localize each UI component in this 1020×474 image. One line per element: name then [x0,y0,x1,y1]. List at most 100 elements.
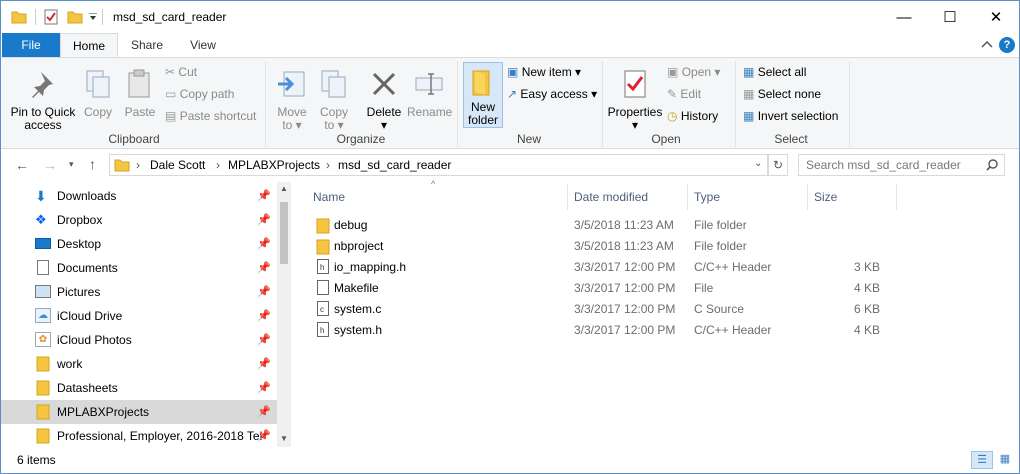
open-button[interactable]: ▣ Open ▾ [667,62,720,82]
invert-selection-button[interactable]: ▦ Invert selection [743,106,838,126]
maximize-button[interactable]: ☐ [927,1,973,33]
copy-to-button[interactable]: Copy to ▾ [315,62,353,132]
new-folder-qa-icon[interactable] [67,9,83,25]
column-divider[interactable] [807,184,808,210]
details-view-icon[interactable]: ☰ [971,451,993,469]
column-size[interactable]: Size [814,184,894,210]
file-row[interactable]: Makefile 3/3/2017 12:00 PM File 4 KB [307,278,897,299]
folder-icon [36,404,50,420]
file-row[interactable]: h system.h 3/3/2017 12:00 PM C/C++ Heade… [307,320,897,341]
move-to-button[interactable]: Move to ▾ [273,62,311,132]
pin-icon[interactable]: 📌 [257,184,271,208]
nav-item-datasheets[interactable]: Datasheets 📌 [1,376,277,400]
select-all-button[interactable]: ▦ Select all [743,62,806,82]
nav-item-icloud-drive[interactable]: ☁ iCloud Drive 📌 [1,304,277,328]
copy-to-label-2: to ▾ [324,118,344,132]
address-bar[interactable]: › Dale Scott › MPLABXProjects › msd_sd_c… [109,154,768,176]
nav-item-icloud-photos[interactable]: ✿ iCloud Photos 📌 [1,328,277,352]
nav-item-desktop[interactable]: Desktop 📌 [1,232,277,256]
cut-button[interactable]: ✂ Cut [165,62,197,82]
pin-icon[interactable]: 📌 [257,208,271,232]
pin-icon[interactable]: 📌 [257,328,271,352]
column-name[interactable]: Name [313,184,563,210]
pin-icon[interactable]: 📌 [257,400,271,424]
copy-button[interactable]: Copy [79,62,117,119]
history-button[interactable]: ◷ History [667,106,718,126]
copy-path-button[interactable]: ▭ Copy path [165,84,234,104]
column-date-modified[interactable]: Date modified [574,184,684,210]
forward-arrow-icon[interactable]: → [43,157,57,173]
nav-item-pictures[interactable]: Pictures 📌 [1,280,277,304]
column-divider[interactable] [896,184,897,210]
svg-text:h: h [320,326,324,335]
tab-file[interactable]: File [2,33,60,57]
pin-icon[interactable]: 📌 [257,376,271,400]
pin-icon[interactable]: 📌 [257,280,271,304]
nav-scrollbar[interactable]: ▲ ▼ [277,182,291,447]
recent-locations-icon[interactable]: ▾ [69,159,74,170]
organize-group-label: Organize [336,132,386,146]
new-folder-button[interactable]: New folder [463,62,503,128]
breadcrumb-item[interactable]: Dale Scott [150,158,205,172]
breadcrumb-item[interactable]: msd_sd_card_reader [338,158,451,172]
minimize-button[interactable]: — [881,1,927,33]
back-arrow-icon[interactable]: ← [15,157,29,173]
delete-button[interactable]: Delete ▾ [363,62,405,132]
tab-view[interactable]: View [177,33,229,57]
breadcrumb-item[interactable]: MPLABXProjects [228,158,320,172]
icloud-icon: ☁ [35,308,51,323]
up-arrow-icon[interactable]: ↑ [89,156,96,172]
scroll-thumb[interactable] [280,202,288,264]
address-dropdown-icon[interactable]: ⌄ [754,158,762,169]
properties-qa-icon[interactable] [43,9,59,25]
paste-label: Paste [124,105,156,119]
pin-label-2: access [24,118,62,132]
search-box[interactable]: Search msd_sd_card_reader [798,154,1005,176]
pin-quick-access-button[interactable]: Pin to Quick access [9,62,77,132]
customize-qa-icon[interactable] [89,13,97,21]
select-none-button[interactable]: ▦ Select none [743,84,821,104]
collapse-ribbon-icon[interactable] [981,40,993,50]
nav-item-dropbox[interactable]: ❖ Dropbox 📌 [1,208,277,232]
file-icon [317,280,329,295]
select-all-icon: ▦ [743,65,755,79]
pin-icon[interactable]: 📌 [257,232,271,256]
file-row[interactable]: c system.c 3/3/2017 12:00 PM C Source 6 … [307,299,897,320]
scroll-down-icon[interactable]: ▼ [280,434,288,443]
refresh-icon[interactable]: ↻ [768,154,788,176]
dropbox-icon: ❖ [35,212,47,227]
scroll-up-icon[interactable]: ▲ [280,184,288,193]
nav-item-mplabxprojects[interactable]: MPLABXProjects 📌 [1,400,277,424]
pin-icon[interactable]: 📌 [257,256,271,280]
navigation-pane: ⬇ Downloads 📌 ❖ Dropbox 📌 Desktop 📌 Docu… [1,182,291,447]
nav-item-documents[interactable]: Documents 📌 [1,256,277,280]
pin-icon[interactable]: 📌 [257,352,271,376]
ribbon-tabs: File Home Share View ? [1,33,1019,57]
nav-item-professional[interactable]: Professional, Employer, 2016-2018 Tele 📌 [1,424,277,448]
pin-icon[interactable]: 📌 [257,424,271,448]
easy-access-button[interactable]: ↗ Easy access ▾ [507,84,597,104]
column-divider[interactable] [687,184,688,210]
large-icons-view-icon[interactable]: ▦ [995,451,1015,469]
nav-item-downloads[interactable]: ⬇ Downloads 📌 [1,184,277,208]
easy-access-label: Easy access [520,87,588,101]
rename-button[interactable]: Rename [407,62,452,119]
column-type[interactable]: Type [694,184,804,210]
help-icon[interactable]: ? [999,37,1015,53]
column-divider[interactable] [567,184,568,210]
edit-button[interactable]: ✎ Edit [667,84,701,104]
pin-icon[interactable]: 📌 [257,304,271,328]
file-date: 3/3/2017 12:00 PM [574,323,676,337]
file-row[interactable]: debug 3/5/2018 11:23 AM File folder [307,215,897,236]
close-button[interactable]: ✕ [973,1,1019,33]
file-row[interactable]: h io_mapping.h 3/3/2017 12:00 PM C/C++ H… [307,257,897,278]
paste-shortcut-button[interactable]: ▤ Paste shortcut [165,106,256,126]
properties-button[interactable]: Properties ▾ [607,62,663,132]
svg-text:c: c [320,305,324,314]
tab-home[interactable]: Home [60,33,118,57]
new-item-button[interactable]: ▣ New item ▾ [507,62,581,82]
paste-button[interactable]: Paste [119,62,161,119]
tab-share[interactable]: Share [121,33,173,57]
nav-item-work[interactable]: work 📌 [1,352,277,376]
file-row[interactable]: nbproject 3/5/2018 11:23 AM File folder [307,236,897,257]
